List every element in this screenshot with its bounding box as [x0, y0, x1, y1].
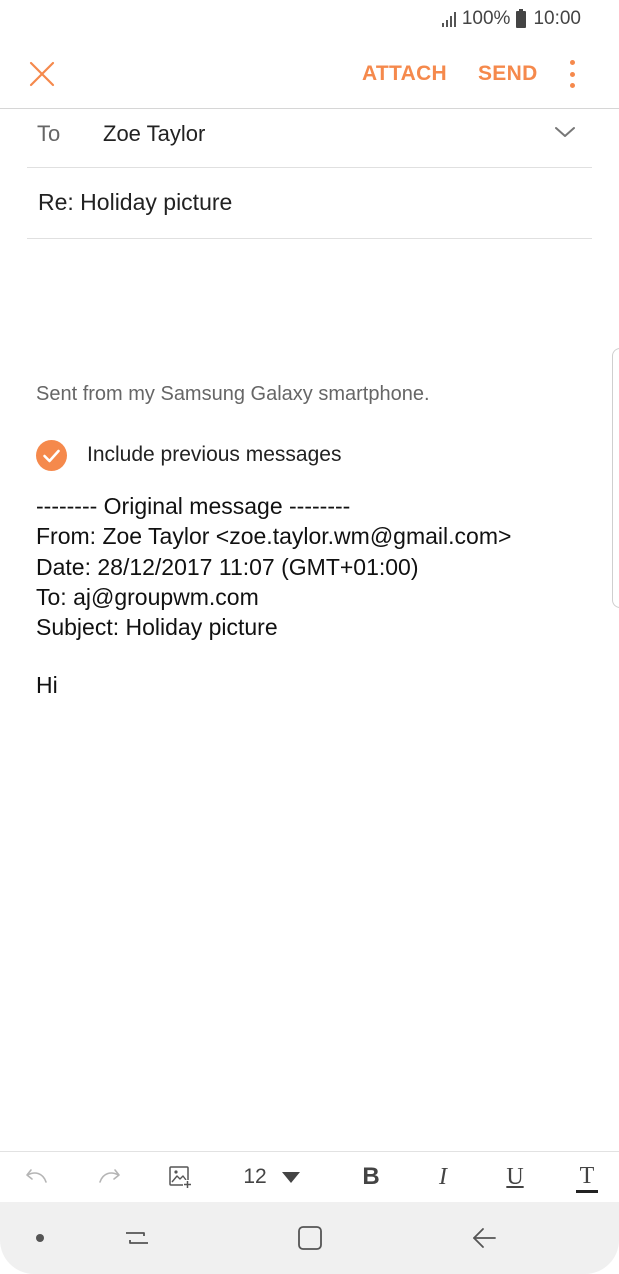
- nav-dot-button[interactable]: [20, 1202, 60, 1274]
- signal-icon: [441, 11, 456, 27]
- status-indicators: 100% 10:00: [441, 8, 581, 30]
- italic-button[interactable]: I: [422, 1152, 464, 1202]
- italic-icon: I: [439, 1163, 447, 1190]
- navigation-bar: [0, 1202, 619, 1274]
- redo-button[interactable]: [90, 1152, 128, 1202]
- text-color-swatch: [576, 1190, 598, 1193]
- underline-icon: U: [506, 1163, 524, 1190]
- quoted-line: From: Zoe Taylor <zoe.taylor.wm@gmail.co…: [36, 523, 512, 550]
- signature-text[interactable]: Sent from my Samsung Galaxy smartphone.: [36, 383, 430, 406]
- dot-icon: [36, 1234, 44, 1242]
- status-bar: 100% 10:00: [0, 0, 619, 40]
- quoted-line: To: aj@groupwm.com: [36, 583, 259, 610]
- undo-icon: [26, 1169, 47, 1183]
- to-label: To: [37, 121, 61, 146]
- back-button[interactable]: [458, 1202, 510, 1274]
- check-icon[interactable]: [36, 439, 67, 471]
- more-vert-icon: [569, 60, 575, 88]
- font-size-dropdown[interactable]: 12: [232, 1152, 312, 1202]
- send-button[interactable]: SEND: [478, 62, 538, 86]
- insert-image-icon: [169, 1166, 192, 1189]
- battery-icon: [516, 8, 527, 28]
- recipient-chip[interactable]: Zoe Taylor: [103, 121, 205, 147]
- redo-icon: [99, 1169, 120, 1183]
- more-options-button[interactable]: [560, 58, 584, 90]
- bold-button[interactable]: B: [350, 1152, 392, 1202]
- subject-text[interactable]: Re: Holiday picture: [38, 189, 232, 216]
- font-size-value: 12: [243, 1165, 267, 1188]
- attach-button[interactable]: ATTACH: [362, 62, 447, 86]
- message-body-text[interactable]: Hi: [36, 672, 58, 699]
- quoted-message[interactable]: -------- Original message -------- From:…: [36, 491, 511, 642]
- subject-field[interactable]: Re: Holiday picture: [27, 168, 592, 239]
- close-icon: [29, 61, 55, 87]
- app-bar: ATTACH SEND: [0, 40, 619, 109]
- close-button[interactable]: [22, 54, 62, 94]
- clock: 10:00: [533, 8, 581, 29]
- recipient-row[interactable]: To Zoe Taylor: [27, 109, 592, 168]
- edge-panel-handle[interactable]: [612, 348, 619, 608]
- quoted-line: -------- Original message --------: [36, 493, 351, 519]
- home-button[interactable]: [284, 1202, 336, 1274]
- bold-icon: B: [362, 1163, 380, 1190]
- quoted-line: Subject: Holiday picture: [36, 614, 278, 641]
- home-icon: [298, 1226, 322, 1250]
- include-previous-checkbox[interactable]: Include previous messages: [36, 438, 341, 472]
- formatting-toolbar: 12 B I U T: [0, 1151, 619, 1202]
- chevron-down-icon: [555, 127, 575, 137]
- recent-apps-button[interactable]: [112, 1202, 162, 1274]
- text-color-icon: T: [579, 1163, 595, 1189]
- text-color-button[interactable]: T: [566, 1152, 608, 1202]
- battery-percent: 100%: [461, 8, 511, 29]
- undo-button[interactable]: [18, 1152, 56, 1202]
- back-icon: [473, 1228, 496, 1248]
- font-size-dropdown-icon: [281, 1172, 300, 1183]
- insert-image-button[interactable]: [160, 1152, 200, 1202]
- include-previous-label: Include previous messages: [87, 443, 342, 466]
- expand-recipients-button[interactable]: [554, 121, 576, 143]
- underline-button[interactable]: U: [494, 1152, 536, 1202]
- recent-apps-icon: [126, 1232, 148, 1244]
- quoted-line: Date: 28/12/2017 11:07 (GMT+01:00): [36, 553, 419, 580]
